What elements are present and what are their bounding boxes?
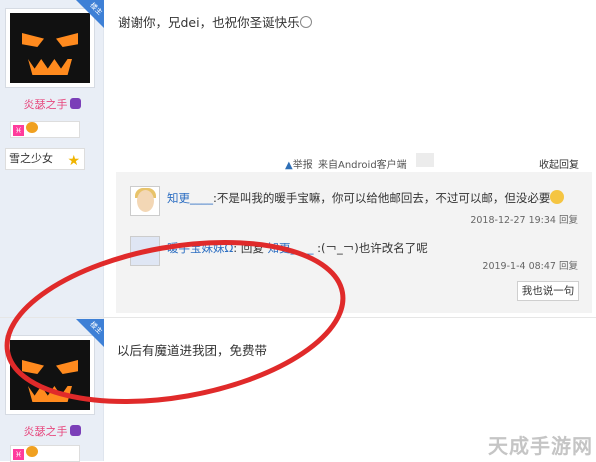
avatar[interactable] [5, 335, 95, 415]
star-icon: ★ [67, 153, 80, 169]
watermark: 天成手游网 [488, 434, 593, 458]
reply-avatar[interactable] [130, 236, 160, 266]
username[interactable]: 炎瑟之手 [0, 423, 104, 439]
report-link[interactable]: ▲举报 [285, 156, 313, 171]
medal-bar: ♓ [10, 121, 80, 138]
smile-emoji-icon [299, 16, 312, 28]
reply-user-link[interactable]: 暖手宝妹妹Ω [167, 241, 233, 255]
medal-icon [26, 446, 38, 457]
blurred-area [416, 153, 434, 167]
add-comment-button[interactable]: 我也说一句 [517, 281, 579, 301]
reply-avatar[interactable] [130, 186, 160, 216]
post-floor-1: 楼主 炎瑟之手 ♓ 雪之少女 ★ 谢谢你，兄dei，也祝你圣诞快乐 ▲举报 来自A… [0, 0, 596, 318]
title-tag: 雪之少女 ★ [5, 148, 85, 170]
reply-button[interactable]: 回复 [559, 215, 578, 226]
client-source: 来自Android客户端 [318, 160, 407, 171]
post-content: 以后有魔道进我团，免费带 [117, 343, 268, 358]
reply-user-link[interactable]: 知更____ [167, 191, 213, 205]
fold-reply-link[interactable]: 收起回复 [539, 156, 579, 171]
reply-time: 2018-12-27 19:34 [470, 215, 556, 226]
laugh-emoji-icon [550, 190, 565, 204]
post-content: 谢谢你，兄dei，也祝你圣诞快乐 [118, 12, 312, 31]
warning-icon: ▲ [285, 160, 293, 171]
devil-icon [69, 98, 81, 109]
medal-bar: ♓ [10, 445, 80, 462]
reply-target-link[interactable]: 知更____ [267, 241, 313, 255]
pumpkin-avatar-image [10, 340, 90, 410]
pumpkin-avatar-image [10, 13, 90, 83]
avatar[interactable] [5, 8, 95, 88]
username[interactable]: 炎瑟之手 [0, 96, 104, 112]
reply-time: 2019-1-4 08:47 [482, 261, 556, 272]
devil-icon [69, 425, 81, 436]
pisces-icon: ♓ [13, 125, 24, 136]
reply-button[interactable]: 回复 [559, 261, 578, 272]
pisces-icon: ♓ [13, 449, 24, 460]
medal-icon [26, 122, 38, 133]
